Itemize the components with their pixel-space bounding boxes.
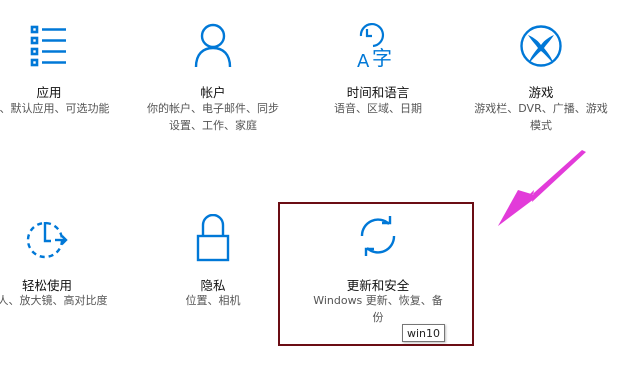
tile-ease-of-access-desc: 述人、放大镜、高对比度 xyxy=(0,294,108,307)
tile-apps-title: 应用 xyxy=(36,85,62,100)
svg-text:字: 字 xyxy=(372,46,392,70)
tooltip: win10 xyxy=(402,324,445,342)
tile-time-language-title: 时间和语言 xyxy=(346,85,410,100)
svg-text:A: A xyxy=(357,51,370,70)
tile-time-language[interactable]: A 字 时间和语言 语音、区域、日期 xyxy=(308,0,448,130)
tile-apps[interactable]: 应用 戚、默认应用、可选功能 xyxy=(0,0,119,130)
lock-icon xyxy=(196,214,230,262)
ease-of-access-icon xyxy=(26,221,68,259)
tile-ease-of-access[interactable]: 轻松使用 述人、放大镜、高对比度 xyxy=(0,200,117,320)
tile-accounts-desc: 你的帐户、电子邮件、同步 设置、工作、家庭 xyxy=(147,102,279,132)
apps-list-icon xyxy=(30,25,66,67)
tile-apps-desc: 戚、默认应用、可选功能 xyxy=(0,102,110,115)
tile-time-language-desc: 语音、区域、日期 xyxy=(334,102,422,115)
tile-gaming-desc: 游戏栏、DVR、广播、游戏 模式 xyxy=(474,102,608,132)
tile-accounts[interactable]: 帐户 你的帐户、电子邮件、同步 设置、工作、家庭 xyxy=(143,0,283,140)
tile-gaming-title: 游戏 xyxy=(528,85,554,100)
tile-accounts-title: 帐户 xyxy=(200,85,226,100)
person-icon xyxy=(194,23,232,68)
tile-privacy-desc: 位置、相机 xyxy=(185,294,241,307)
xbox-icon xyxy=(520,25,562,67)
annotation-arrow-icon xyxy=(498,150,586,226)
tile-privacy[interactable]: 隐私 位置、相机 xyxy=(143,200,283,320)
tile-gaming[interactable]: 游戏 游戏栏、DVR、广播、游戏 模式 xyxy=(471,0,611,140)
time-language-icon: A 字 xyxy=(357,22,392,70)
